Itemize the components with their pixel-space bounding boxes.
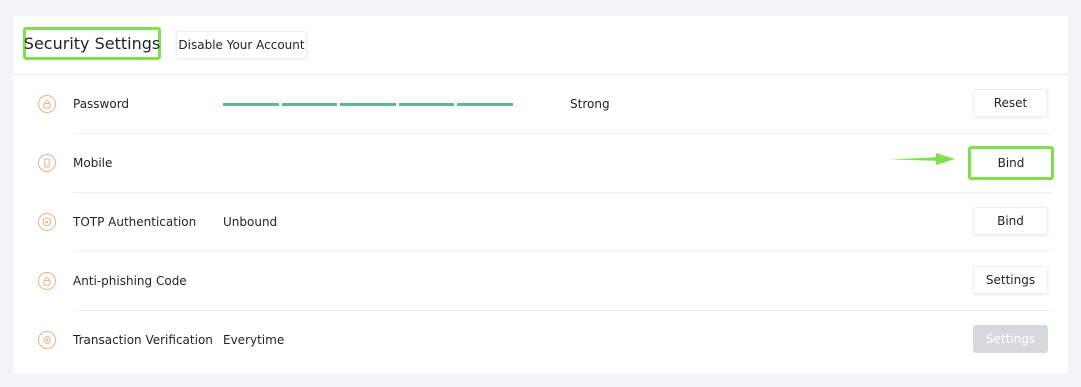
row-label: Transaction Verification [73,333,213,347]
strength-segment [223,103,279,106]
settings-row-password: Password Strong Reset [38,75,1053,134]
row-label: Mobile [73,156,113,170]
strength-segment [281,103,338,106]
shield-icon [38,213,56,231]
anti-phishing-settings-button[interactable]: Settings [973,266,1048,294]
row-label: Password [73,97,130,111]
page-title: Security Settings [23,27,161,60]
lock-icon [38,95,56,113]
settings-row-anti-phishing: Anti-phishing Code Settings [38,252,1053,311]
security-settings-card: Security Settings Disable Your Account P… [13,16,1068,373]
card-header: Security Settings Disable Your Account [13,16,1068,75]
strength-segment [398,103,455,106]
mobile-icon [38,154,56,172]
settings-row-totp: TOTP Authentication Unbound Bind [38,193,1053,252]
target-icon [38,331,56,349]
bind-mobile-button[interactable]: Bind [968,146,1054,180]
strength-segment [457,103,513,106]
strength-segment [340,103,396,106]
row-label: Anti-phishing Code [73,274,187,288]
settings-row-transaction-verification: Transaction Verification Everytime Setti… [38,311,1053,370]
reset-password-button[interactable]: Reset [973,89,1048,117]
transaction-verification-settings-button[interactable]: Settings [973,325,1048,353]
arrow-icon [890,153,955,165]
disable-account-button[interactable]: Disable Your Account [176,31,307,59]
transaction-verification-value: Everytime [223,333,285,347]
totp-status: Unbound [223,215,278,229]
row-label: TOTP Authentication [73,215,197,229]
password-strength-label: Strong [570,97,610,111]
password-strength-bar [223,103,513,106]
lock-icon [38,272,56,290]
bind-totp-button[interactable]: Bind [973,207,1048,235]
